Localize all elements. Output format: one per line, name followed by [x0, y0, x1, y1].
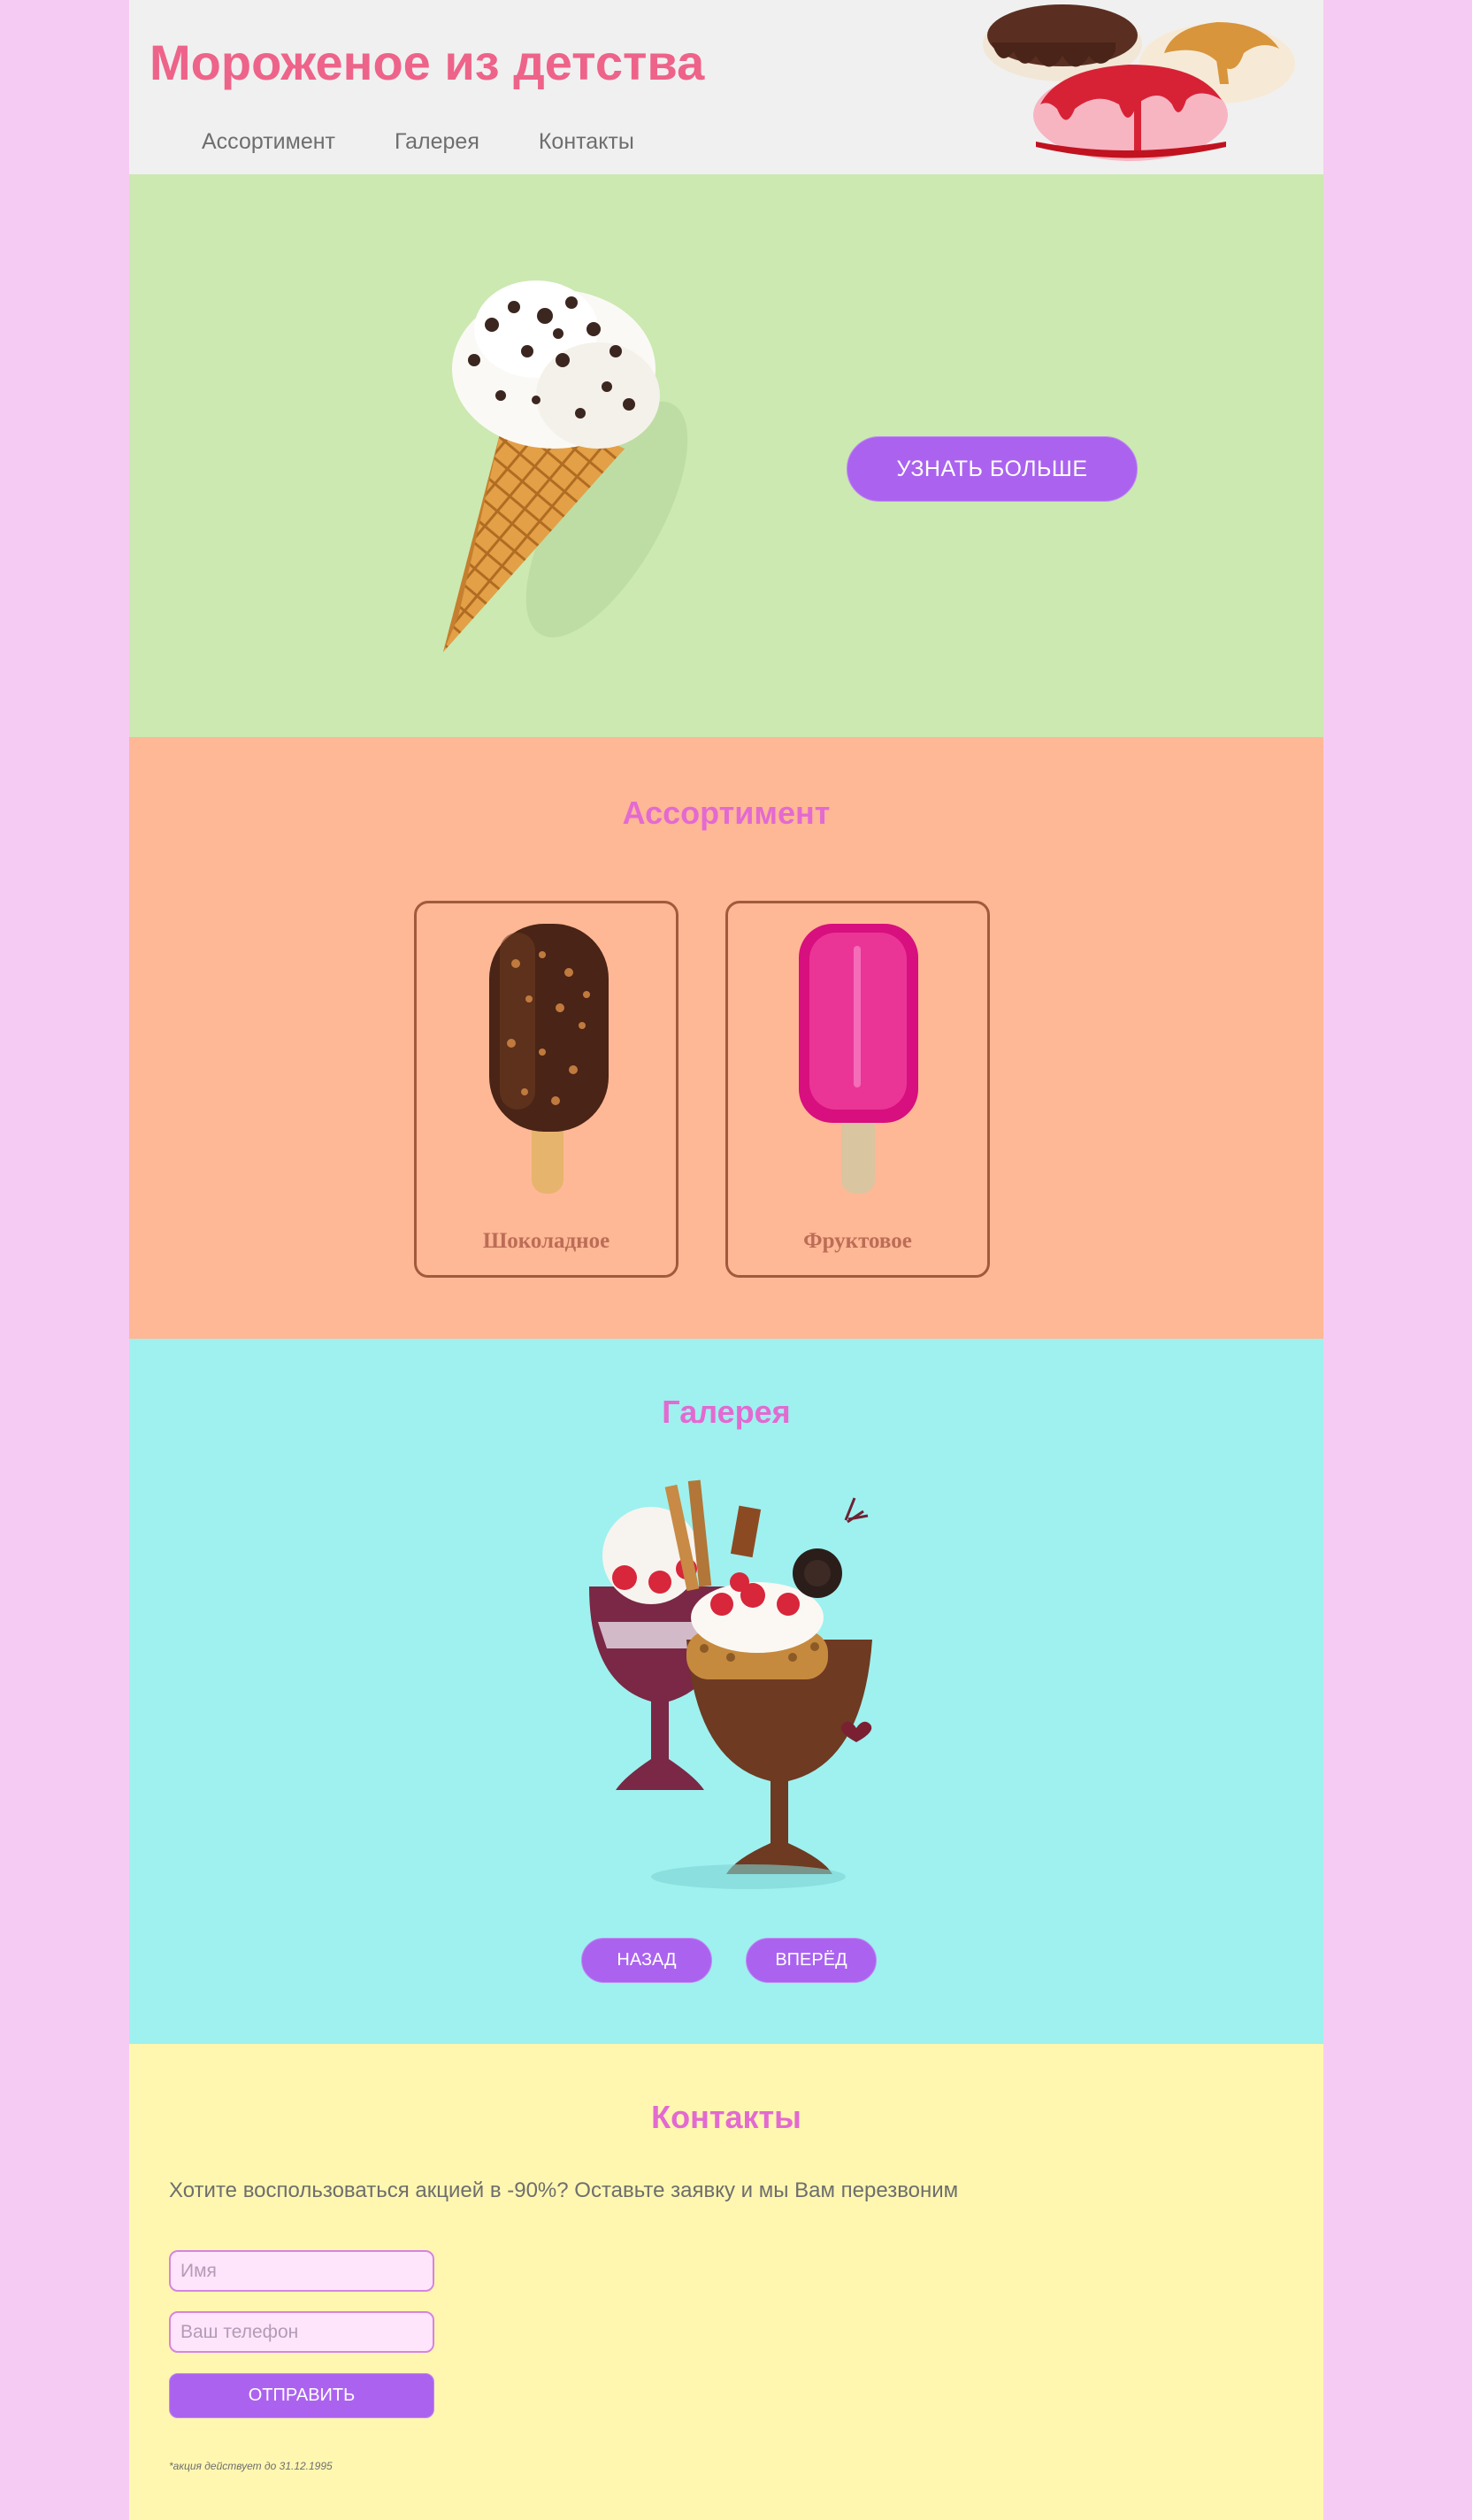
- gallery-next-button[interactable]: ВПЕРЁД: [746, 1938, 877, 1983]
- promo-note: *акция действует до 31.12.1995: [169, 2460, 333, 2472]
- nav-link-contacts[interactable]: Контакты: [539, 129, 634, 155]
- hero-section: УЗНАТЬ БОЛЬШЕ: [129, 174, 1323, 737]
- product-card-fruit[interactable]: Фруктовое: [725, 901, 990, 1278]
- assortment-section: Ассортимент Шоколадное Фруктовое: [129, 737, 1323, 1339]
- main-nav: Ассортимент Галерея Контакты: [202, 129, 694, 155]
- site-title: Мороженое из детства: [150, 35, 705, 90]
- promo-text: Хотите воспользоваться акцией в -90%? Ос…: [169, 2178, 959, 2202]
- learn-more-button[interactable]: УЗНАТЬ БОЛЬШЕ: [847, 436, 1138, 502]
- gallery-section: Галерея НАЗАД ВПЕРЁД: [129, 1339, 1323, 2044]
- contacts-title: Контакты: [651, 2099, 801, 2135]
- assortment-title: Ассортимент: [622, 795, 831, 831]
- product-label-chocolate: Шоколадное: [482, 1229, 610, 1253]
- page: Мороженое из детства Ассортимент Галерея…: [129, 0, 1323, 2520]
- fruit-popsicle-image: [798, 924, 918, 1194]
- cone-ice-cream-image: [443, 280, 688, 652]
- name-input[interactable]: [169, 2250, 434, 2292]
- gallery-title: Галерея: [662, 1394, 791, 1430]
- chocolate-popsicle-image: [488, 924, 609, 1194]
- phone-input[interactable]: [169, 2311, 434, 2353]
- ice-cream-scoops-image: [983, 4, 1295, 161]
- product-label-fruit: Фруктовое: [803, 1229, 912, 1253]
- sundae-image: [589, 1479, 872, 1889]
- site-header: Мороженое из детства Ассортимент Галерея…: [129, 0, 1323, 174]
- submit-button[interactable]: ОТПРАВИТЬ: [169, 2373, 434, 2418]
- nav-link-assortment[interactable]: Ассортимент: [202, 129, 335, 155]
- nav-link-gallery[interactable]: Галерея: [395, 129, 479, 155]
- gallery-prev-button[interactable]: НАЗАД: [581, 1938, 712, 1983]
- product-card-chocolate[interactable]: Шоколадное: [414, 901, 678, 1278]
- contacts-section: Контакты Хотите воспользоваться акцией в…: [129, 2044, 1323, 2520]
